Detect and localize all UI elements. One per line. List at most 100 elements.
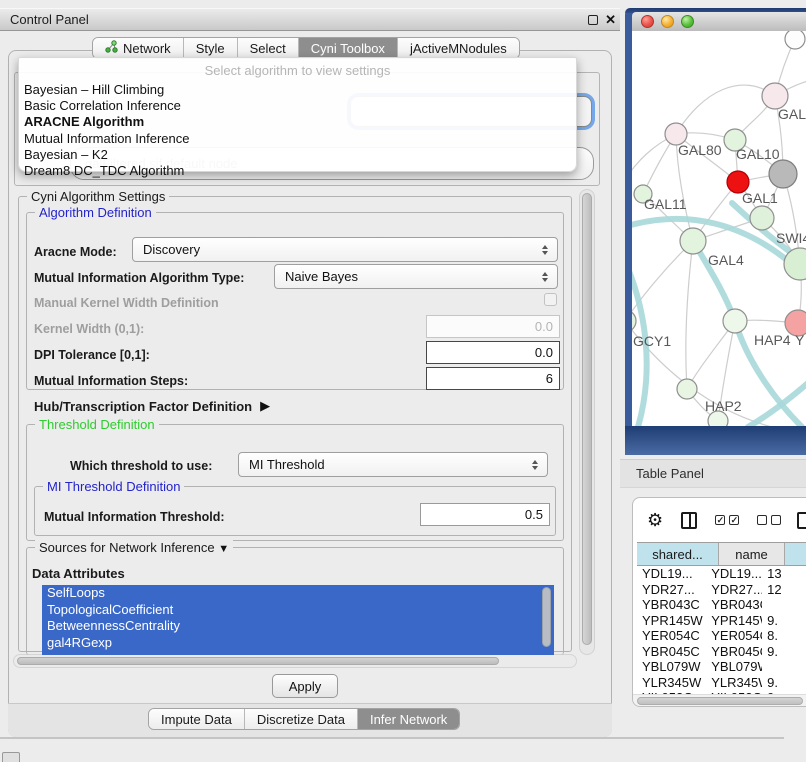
which-threshold-combobox[interactable]: MI Threshold [238, 452, 548, 477]
aracne-mode-label: Aracne Mode: [34, 245, 117, 259]
table-toolbar: ⚙ ✓ ✓ [633, 498, 806, 542]
table-row[interactable]: YBL079WYBL079W [637, 659, 806, 675]
tab-jactivemnodules[interactable]: jActiveMNodules [397, 38, 519, 58]
table-row[interactable]: YDL19...YDL19...13 [637, 566, 806, 582]
table-row[interactable]: YBR045CYBR045C9. [637, 644, 806, 660]
column-header-shared[interactable]: shared... [637, 543, 719, 565]
network-canvas[interactable]: GALGAL80GAL10GAL1GAL11SWI4GAL4HAP4YGCY1H… [632, 31, 806, 426]
table-cell: YBR043C [706, 597, 762, 613]
attribute-item-topologicalcoefficient[interactable]: TopologicalCoefficient [42, 602, 554, 619]
tab-network[interactable]: Network [93, 38, 183, 58]
vertical-scroll-thumb[interactable] [582, 193, 592, 645]
control-panel-titlebar: Control Panel ✕ [0, 8, 620, 31]
dpi-tolerance-field[interactable]: 0.0 [426, 341, 560, 364]
tab-cyni-toolbox[interactable]: Cyni Toolbox [298, 38, 397, 58]
export-table-icon[interactable] [797, 512, 806, 529]
table-cell: YBR045C [637, 644, 706, 660]
dpi-tolerance-value: 0.0 [535, 345, 553, 360]
horizontal-scroll-thumb[interactable] [17, 657, 499, 665]
svg-text:GAL1: GAL1 [742, 190, 778, 206]
spinner-arrows-icon [527, 460, 543, 470]
table-row[interactable]: YER054CYER054C8. [637, 628, 806, 644]
table-row[interactable]: YPR145WYPR145W9. [637, 613, 806, 629]
tab-label: jActiveMNodules [410, 41, 507, 56]
table-horizontal-scrollbar[interactable] [633, 694, 806, 707]
settings-horizontal-scrollbar[interactable] [13, 654, 577, 668]
tab-label: Infer Network [370, 712, 447, 727]
apply-button[interactable]: Apply [272, 674, 338, 698]
algorithm-option-bayesian-hill-climbing[interactable]: Bayesian – Hill Climbing [19, 82, 576, 98]
attribute-item-betweennesscentrality[interactable]: BetweennessCentrality [42, 618, 554, 635]
kernel-width-value: 0.0 [535, 319, 553, 334]
attribute-item-gal4rgexp[interactable]: gal4RGexp [42, 635, 554, 652]
manual-kernel-checkbox[interactable] [544, 293, 557, 306]
table-cell [762, 597, 806, 613]
tab-label: Network [123, 41, 171, 56]
unchecked-box-icon [771, 515, 781, 525]
table-cell: 12 [762, 582, 806, 598]
column-header-name[interactable]: name [719, 543, 785, 565]
gear-icon[interactable]: ⚙ [647, 510, 663, 531]
close-window-icon[interactable] [641, 15, 654, 28]
svg-text:Y: Y [795, 332, 805, 348]
attributes-list-scrollbar[interactable] [542, 587, 551, 647]
tab-infer-network[interactable]: Infer Network [357, 709, 459, 729]
svg-text:HAP2: HAP2 [705, 398, 742, 414]
app-root: Control Panel ✕ galFiltered.sif default … [0, 0, 806, 762]
aracne-mode-combobox[interactable]: Discovery [132, 237, 558, 262]
data-attributes-list[interactable]: SelfLoopsTopologicalCoefficientBetweenne… [42, 585, 554, 655]
status-bar-icon[interactable] [2, 752, 20, 762]
select-all-icon[interactable]: ✓ ✓ [715, 515, 739, 525]
algorithm-option-aracne-algorithm[interactable]: ARACNE Algorithm [19, 114, 576, 130]
control-panel-title: Control Panel [0, 12, 89, 27]
table-body: YDL19...YDL19...13YDR27...YDR27...12YBR0… [637, 566, 806, 694]
table-cell: YBR045C [706, 644, 762, 660]
tab-discretize-data[interactable]: Discretize Data [244, 709, 357, 729]
zoom-window-icon[interactable] [681, 15, 694, 28]
collapse-down-icon[interactable]: ▼ [218, 543, 229, 555]
algorithm-option-bayesian-k2[interactable]: Bayesian – K2 [19, 147, 576, 163]
table-row[interactable]: YBR043CYBR043C [637, 597, 806, 613]
minimize-window-icon[interactable] [661, 15, 674, 28]
tab-impute-data[interactable]: Impute Data [149, 709, 244, 729]
cyni-settings-title: Cyni Algorithm Settings [27, 189, 169, 204]
algorithm-option-mutual-information-inference[interactable]: Mutual Information Inference [19, 131, 576, 147]
attribute-item-selfloops[interactable]: SelfLoops [42, 585, 554, 602]
hub-factor-expander[interactable]: Hub/Transcription Factor Definition ▶ [34, 398, 270, 414]
column-split-icon[interactable] [681, 512, 697, 529]
dpi-tolerance-label: DPI Tolerance [0,1]: [34, 348, 150, 362]
kernel-width-field[interactable]: 0.0 [426, 315, 560, 338]
settings-vertical-scrollbar[interactable] [579, 189, 595, 655]
close-panel-icon[interactable]: ✕ [605, 12, 616, 28]
spinner-arrows-icon [537, 272, 553, 282]
mi-steps-field[interactable]: 6 [426, 367, 560, 390]
data-attributes-label: Data Attributes [32, 566, 125, 581]
table-cell: 8. [762, 628, 806, 644]
network-window-titlebar[interactable] [632, 12, 806, 31]
tab-label: Impute Data [161, 712, 232, 727]
popup-header: Select algorithm to view settings [19, 58, 576, 78]
deselect-all-icon[interactable] [757, 515, 781, 525]
unchecked-box-icon [757, 515, 767, 525]
tab-label: Discretize Data [257, 712, 345, 727]
table-cell: YER054C [637, 628, 706, 644]
column-header-2[interactable] [785, 543, 806, 565]
table-row[interactable]: YLR345WYLR345W9. [637, 675, 806, 691]
table-cell: YPR145W [706, 613, 762, 629]
mi-threshold-value: 0.5 [525, 507, 543, 522]
mi-type-combobox[interactable]: Naive Bayes [274, 264, 558, 289]
algorithm-option-dream8-dc-tdc-algorithm[interactable]: Dream8 DC_TDC Algorithm [19, 163, 576, 179]
threshold-definition-title: Threshold Definition [35, 417, 159, 432]
tab-label: Cyni Toolbox [311, 41, 385, 56]
float-window-icon[interactable] [588, 15, 598, 25]
hub-factor-label: Hub/Transcription Factor Definition [34, 399, 252, 414]
table-row[interactable]: YDR27...YDR27...12 [637, 582, 806, 598]
network-window-bottom-edge [625, 426, 806, 455]
table-scroll-thumb[interactable] [637, 697, 803, 705]
tab-style[interactable]: Style [183, 38, 237, 58]
checked-box-icon: ✓ [729, 515, 739, 525]
table-cell: YBL079W [706, 659, 762, 675]
tab-select[interactable]: Select [237, 38, 298, 58]
mi-threshold-field[interactable]: 0.5 [420, 503, 550, 526]
algorithm-option-basic-correlation-inference[interactable]: Basic Correlation Inference [19, 98, 576, 114]
